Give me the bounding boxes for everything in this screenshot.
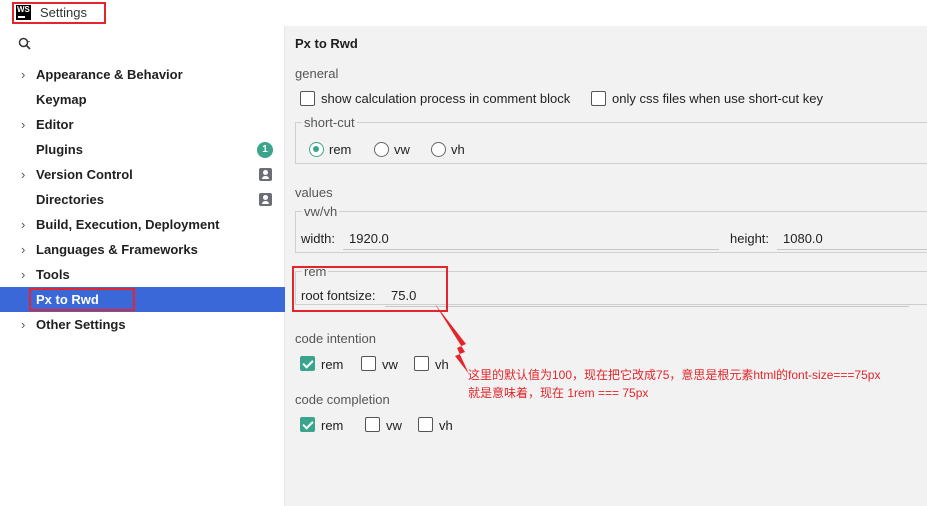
sidebar-item-label: Editor — [36, 117, 74, 132]
settings-content: Px to Rwd general show calculation proce… — [285, 26, 927, 506]
sidebar-item-languages-frameworks[interactable]: › Languages & Frameworks — [0, 237, 285, 262]
completion-vw-label: vw — [386, 418, 402, 433]
sidebar-item-label: Languages & Frameworks — [36, 242, 198, 257]
shortcut-vw-label: vw — [394, 142, 410, 157]
settings-sidebar: › Appearance & Behavior Keymap › Editor Plugi… — [0, 26, 285, 506]
show-calc-checkbox[interactable] — [300, 91, 315, 106]
sidebar-item-keymap[interactable]: Keymap — [0, 87, 285, 112]
completion-rem-checkbox[interactable] — [300, 417, 315, 432]
completion-rem-label: rem — [321, 418, 344, 433]
title-highlight-box — [12, 2, 106, 24]
intention-vw-checkbox[interactable] — [361, 356, 376, 371]
sidebar-item-label: Version Control — [36, 167, 133, 182]
shortcut-rem-label: rem — [329, 142, 352, 157]
width-field-underline — [343, 249, 719, 250]
intention-vw-label: vw — [382, 357, 398, 372]
completion-vh-label: vh — [439, 418, 453, 433]
intention-vh-checkbox[interactable] — [414, 356, 429, 371]
chevron-right-icon[interactable]: › — [21, 112, 25, 137]
sidebar-item-label: Appearance & Behavior — [36, 67, 183, 82]
vwvh-legend: vw/vh — [302, 204, 340, 219]
settings-window: WS Settings › Appearance & Behavior Keymap… — [0, 0, 927, 506]
sidebar-item-other-settings[interactable]: › Other Settings — [0, 312, 285, 337]
page-title: Px to Rwd — [295, 36, 358, 51]
rem-highlight-box — [292, 266, 448, 312]
height-field-underline — [777, 249, 927, 250]
sidebar-item-appearance-behavior[interactable]: › Appearance & Behavior — [0, 62, 285, 87]
only-css-checkbox[interactable] — [591, 91, 606, 106]
sidebar-item-plugins[interactable]: Plugins 1 — [0, 137, 285, 162]
shortcut-vh-radio[interactable] — [431, 142, 446, 157]
width-field[interactable]: 1920.0 — [349, 231, 389, 246]
chevron-right-icon[interactable]: › — [21, 162, 25, 187]
sidebar-item-editor[interactable]: › Editor — [0, 112, 285, 137]
chevron-right-icon[interactable]: › — [21, 62, 25, 87]
sidebar-item-build-execution-deployment[interactable]: › Build, Execution, Deployment — [0, 212, 285, 237]
shortcut-group — [295, 122, 927, 164]
completion-vh-checkbox[interactable] — [418, 417, 433, 432]
sidebar-item-label: Build, Execution, Deployment — [36, 217, 220, 232]
annotation-line-2: 就是意味着，现在 1rem === 75px — [468, 386, 649, 400]
title-bar: WS Settings — [0, 0, 927, 26]
vwvh-group — [295, 211, 927, 253]
intention-rem-checkbox[interactable] — [300, 356, 315, 371]
sidebar-item-label: Directories — [36, 192, 104, 207]
sidebar-item-label: Plugins — [36, 142, 83, 157]
sidebar-item-tools[interactable]: › Tools — [0, 262, 285, 287]
chevron-right-icon[interactable]: › — [21, 212, 25, 237]
sidebar-item-version-control[interactable]: › Version Control — [0, 162, 285, 187]
chevron-right-icon[interactable]: › — [21, 262, 25, 287]
annotation-line-1: 这里的默认值为100，现在把它改成75，意思是根元素html的font-size… — [468, 368, 881, 382]
sidebar-item-label: Keymap — [36, 92, 87, 107]
chevron-right-icon[interactable]: › — [21, 237, 25, 262]
updates-badge: 1 — [257, 142, 273, 158]
project-icon — [259, 193, 272, 206]
width-label: width: — [301, 231, 335, 246]
sidebar-item-label: Tools — [36, 267, 70, 282]
sidebar-item-px-to-rwd[interactable]: Px to Rwd — [0, 287, 285, 312]
chevron-right-icon[interactable]: › — [21, 312, 25, 337]
shortcut-legend: short-cut — [302, 115, 357, 130]
shortcut-vw-radio[interactable] — [374, 142, 389, 157]
selection-highlight-box — [29, 288, 135, 311]
sidebar-item-directories[interactable]: Directories — [0, 187, 285, 212]
only-css-label: only css files when use short-cut key — [612, 91, 823, 106]
sidebar-item-label: Other Settings — [36, 317, 126, 332]
height-label: height: — [730, 231, 770, 246]
project-icon — [259, 168, 272, 181]
show-calc-label: show calculation process in comment bloc… — [321, 91, 571, 106]
code-intention-label: code intention — [295, 331, 376, 346]
general-section-label: general — [295, 66, 339, 81]
completion-vw-checkbox[interactable] — [365, 417, 380, 432]
code-completion-label: code completion — [295, 392, 390, 407]
height-field[interactable]: 1080.0 — [783, 231, 823, 246]
shortcut-vh-label: vh — [451, 142, 465, 157]
intention-rem-label: rem — [321, 357, 344, 372]
search-icon[interactable] — [18, 37, 32, 51]
shortcut-rem-radio[interactable] — [309, 142, 324, 157]
values-section-label: values — [295, 185, 333, 200]
